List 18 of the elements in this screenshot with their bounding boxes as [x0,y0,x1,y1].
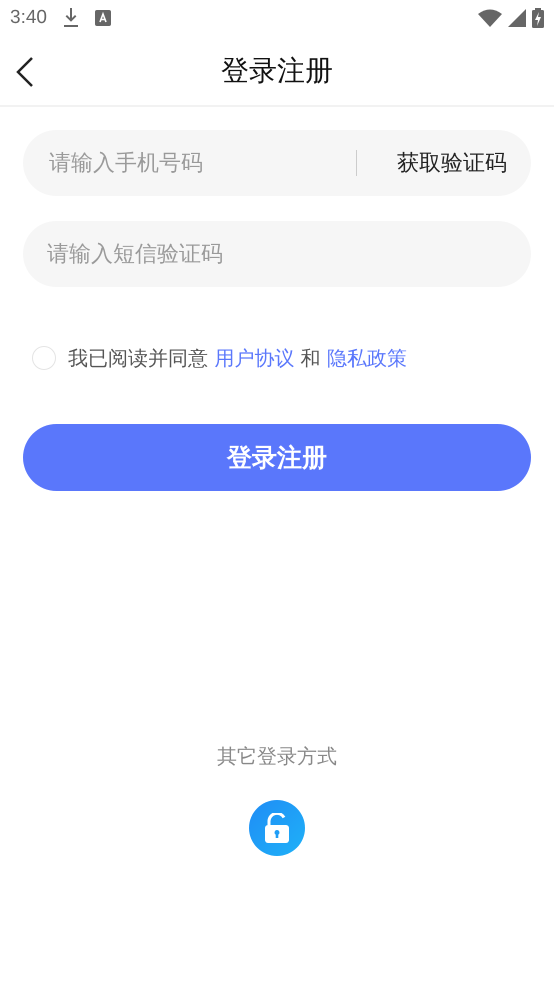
download-icon [62,8,79,28]
login-button[interactable]: 登录注册 [23,424,531,491]
font-icon [94,10,111,26]
code-field[interactable]: 请输入短信验证码 [23,221,531,287]
status-time: 3:40 [10,7,47,29]
battery-icon [532,8,544,28]
back-icon[interactable] [14,56,36,88]
get-code-button[interactable]: 获取验证码 [397,148,507,178]
unlock-icon [263,813,291,843]
page-title: 登录注册 [221,52,333,88]
agreement-checkbox[interactable] [32,346,56,370]
wifi-icon [478,9,502,27]
agreement-text: 我已阅读并同意 用户协议 和 隐私政策 [68,344,408,372]
privacy-link[interactable]: 隐私政策 [327,346,408,370]
other-login-label: 其它登录方式 [217,743,337,770]
phone-field[interactable]: 请输入手机号码 获取验证码 [23,130,531,196]
signal-icon [508,9,526,27]
terms-link[interactable]: 用户协议 [214,346,294,370]
